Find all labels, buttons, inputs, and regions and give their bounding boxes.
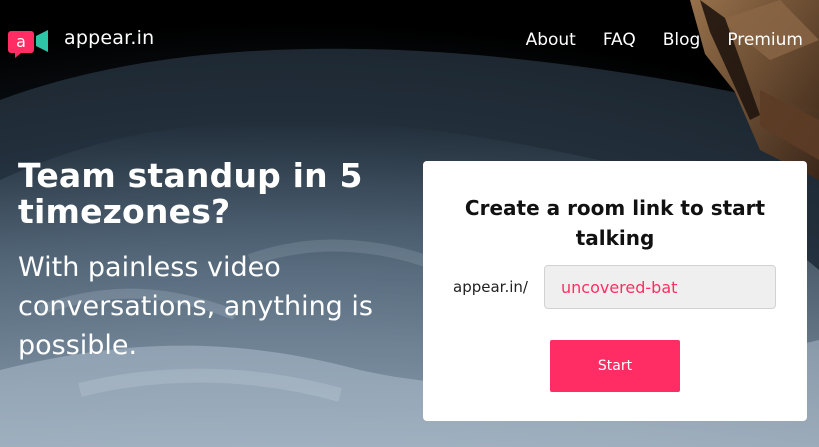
top-navigation-bar: a appear.in About FAQ Blog Premium xyxy=(0,0,819,70)
nav-blog-link[interactable]: Blog xyxy=(663,30,701,50)
hero-section: Team standup in 5 timezones? With painle… xyxy=(18,158,398,365)
hero-subtitle: With painless video conversations, anyth… xyxy=(18,252,373,361)
room-name-input[interactable] xyxy=(544,265,776,309)
main-navigation: About FAQ Blog Premium xyxy=(526,30,803,50)
nav-about-link[interactable]: About xyxy=(526,30,576,50)
nav-premium-link[interactable]: Premium xyxy=(727,30,803,50)
create-room-title: Create a room link to start talking xyxy=(464,196,766,250)
svg-text:a: a xyxy=(16,32,26,51)
hero-title: Team standup in 5 timezones? xyxy=(18,156,363,231)
create-room-card: Create a room link to start talking appe… xyxy=(423,161,807,421)
room-url-prefix: appear.in/ xyxy=(453,278,528,296)
start-button[interactable]: Start xyxy=(550,340,680,392)
brand-name[interactable]: appear.in xyxy=(64,27,154,49)
nav-faq-link[interactable]: FAQ xyxy=(603,30,636,50)
appear-in-logo-icon[interactable]: a xyxy=(8,26,52,58)
landing-page: a appear.in About FAQ Blog Premium Team … xyxy=(0,0,819,447)
